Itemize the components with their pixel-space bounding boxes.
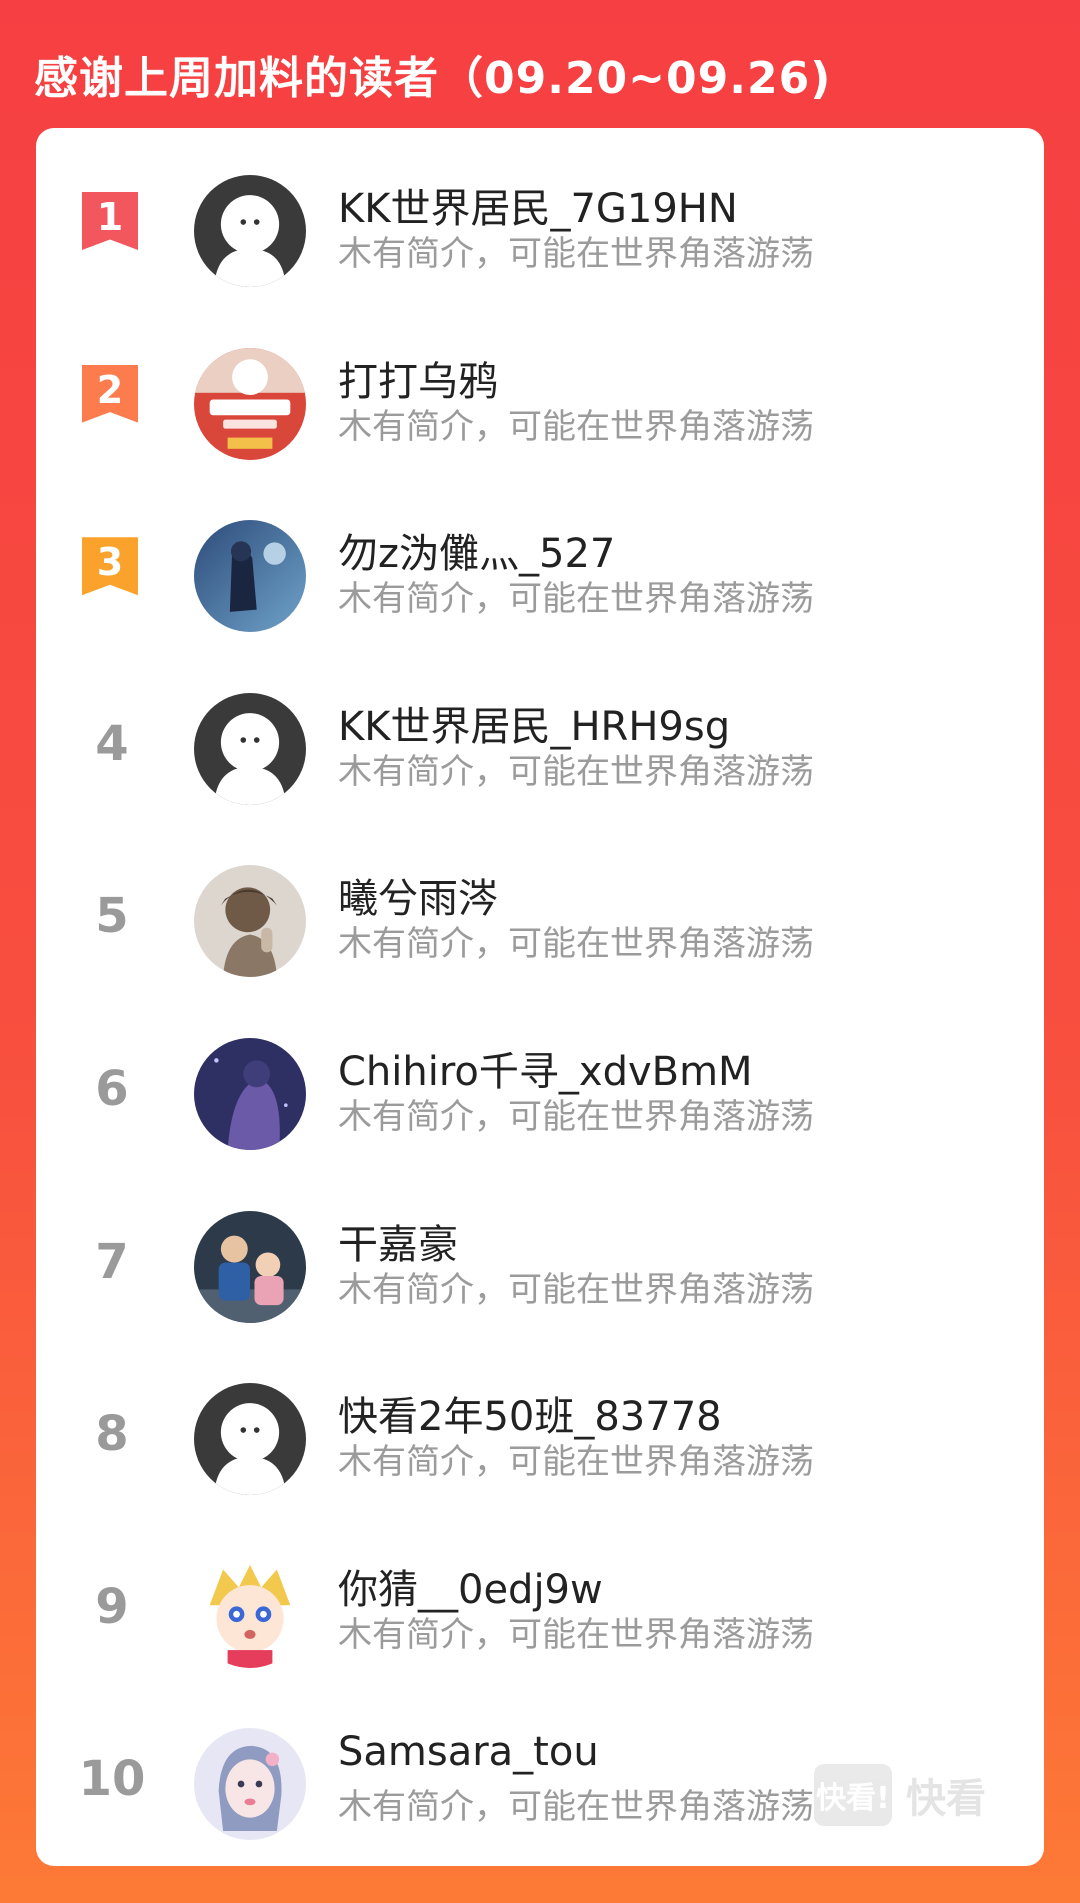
watermark: 快看! 快看 [814, 1764, 986, 1826]
avatar[interactable] [194, 347, 306, 460]
avatar[interactable] [194, 865, 306, 978]
rank-badge: 2 [82, 364, 138, 423]
rank-number: 10 [78, 1751, 146, 1808]
reader-row[interactable]: 4 KK世界居民_HRH9sg 木有简介，可能在世界角落游荡 [36, 676, 1044, 849]
reader-bio: 木有简介，可能在世界角落游荡 [338, 579, 814, 620]
reader-row[interactable]: 2 打打乌鸦 木有简介，可能在世界角落游荡 [36, 331, 1044, 504]
reader-bio: 木有简介，可能在世界角落游荡 [338, 234, 814, 274]
reader-list: 1 KK世界居民_7G19HN 木有简介，可能在世界角落游荡 2 打打乌鸦 木有简介，可能… [36, 158, 1044, 1866]
reader-row[interactable]: 6 Chihiro千寻_xdvBmM 木有简介，可能在世界角落游荡 [36, 1021, 1044, 1194]
avatar[interactable] [194, 1555, 306, 1668]
avatar[interactable] [194, 1037, 306, 1150]
reader-bio: 木有简介，可能在世界角落游荡 [338, 1269, 814, 1310]
reader-row[interactable]: 9 你猜__0edj9w 木有简介，可能在世界角落游荡 [36, 1539, 1044, 1712]
reader-name[interactable]: Samsara_tou [338, 1729, 599, 1775]
reader-row[interactable]: 3 勿z沩儺灬_527 木有简介，可能在世界角落游荡 [36, 503, 1044, 676]
rank-number: 8 [95, 1406, 129, 1463]
reader-bio: 木有简介，可能在世界角落游荡 [338, 1787, 814, 1828]
reader-bio: 木有简介，可能在世界角落游荡 [338, 1442, 814, 1483]
rank-number: 5 [95, 888, 129, 945]
rank-badge: 1 [82, 192, 138, 250]
reader-bio: 木有简介，可能在世界角落游荡 [338, 751, 814, 792]
avatar[interactable] [194, 520, 306, 633]
readers-panel: 1 KK世界居民_7G19HN 木有简介，可能在世界角落游荡 2 打打乌鸦 木有简介，可能… [36, 128, 1044, 1866]
reader-bio: 木有简介，可能在世界角落游荡 [338, 1096, 814, 1137]
reader-bio: 木有简介，可能在世界角落游荡 [338, 1614, 814, 1655]
reader-row[interactable]: 5 曦兮雨涔 木有简介，可能在世界角落游荡 [36, 848, 1044, 1021]
reader-bio: 木有简介，可能在世界角落游荡 [338, 406, 814, 447]
avatar[interactable] [194, 1210, 306, 1323]
reader-row[interactable]: 7 干嘉豪 木有简介，可能在世界角落游荡 [36, 1194, 1044, 1367]
kuaikan-logo-icon: 快看! [814, 1764, 892, 1826]
reader-bio: 木有简介，可能在世界角落游荡 [338, 924, 814, 965]
rank-badge: 3 [82, 537, 138, 596]
avatar[interactable] [194, 1383, 306, 1496]
reader-row[interactable]: 1 KK世界居民_7G19HN 木有简介，可能在世界角落游荡 [36, 158, 1044, 331]
watermark-text: 快看 [906, 1776, 986, 1822]
rank-number: 4 [95, 715, 129, 772]
avatar[interactable] [194, 692, 306, 805]
avatar[interactable] [194, 175, 306, 287]
avatar[interactable] [194, 1728, 306, 1841]
rank-number: 6 [95, 1060, 129, 1117]
rank-number: 9 [95, 1578, 129, 1635]
page-header-title: 感谢上周加料的读者（09.20~09.26) [34, 53, 832, 104]
rank-number: 7 [95, 1233, 129, 1290]
reader-row[interactable]: 8 快看2年50班_83778 木有简介，可能在世界角落游荡 [36, 1366, 1044, 1539]
